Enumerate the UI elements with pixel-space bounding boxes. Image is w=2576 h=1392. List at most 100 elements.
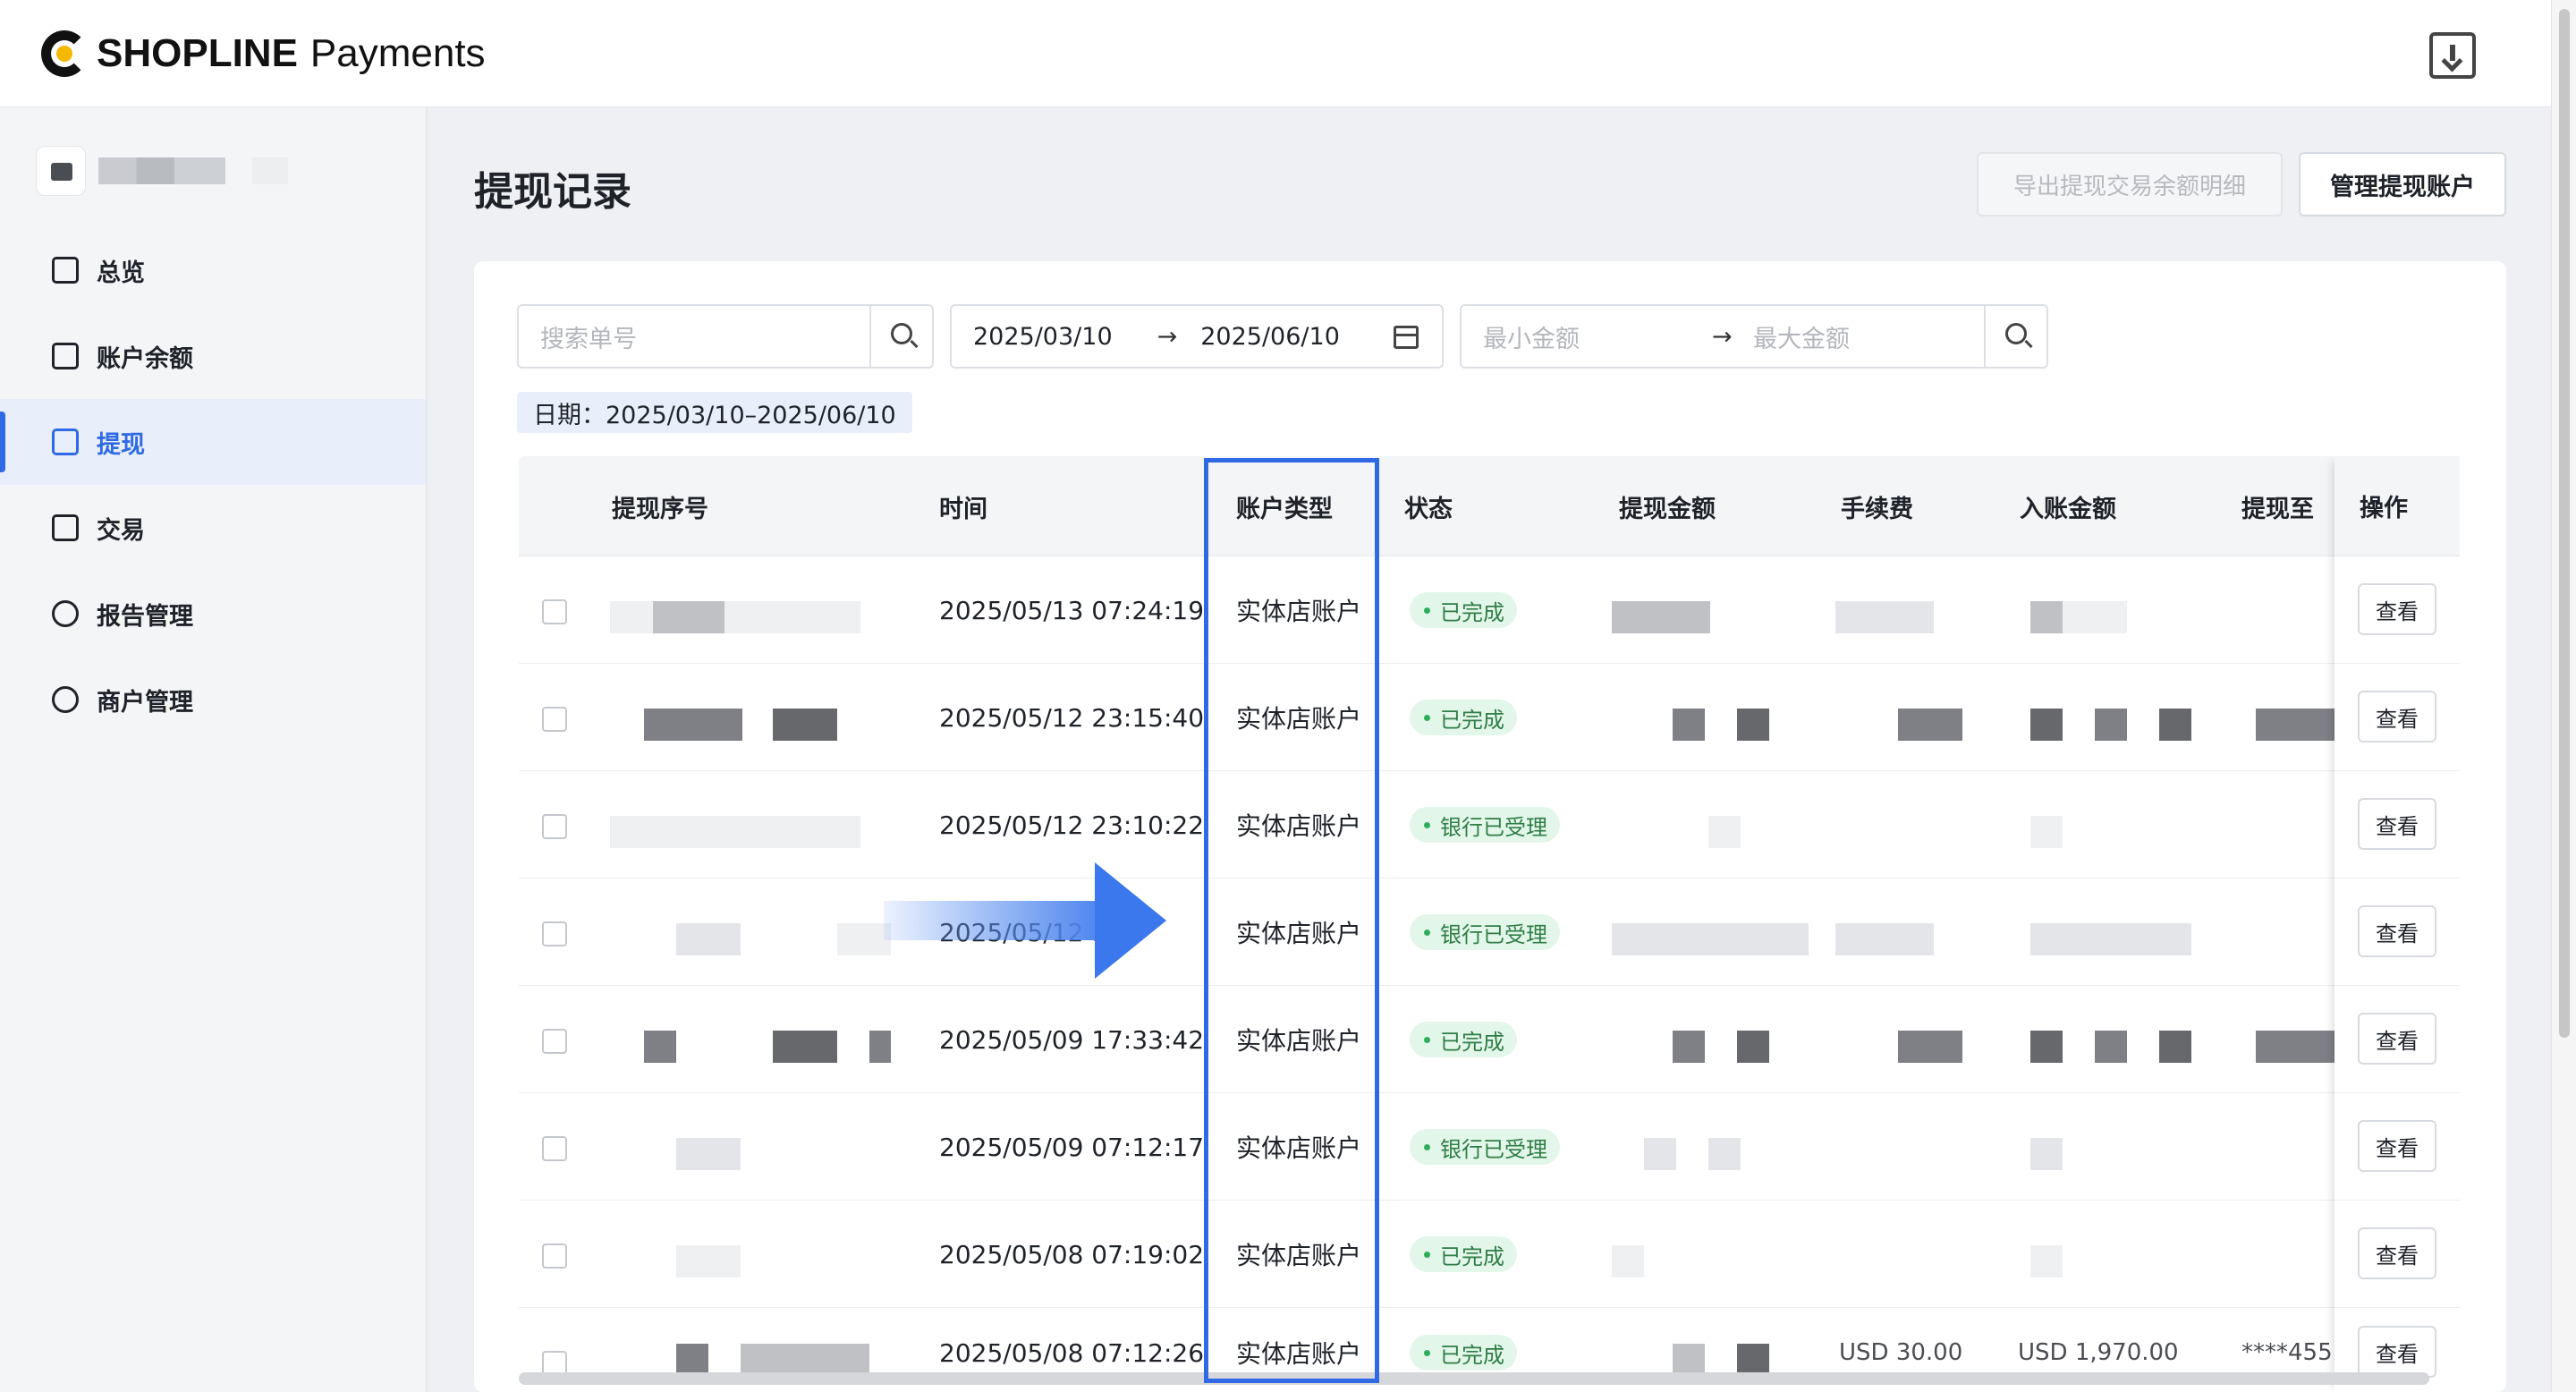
shopline-logo[interactable]: SHOPLINE Payments	[41, 27, 486, 81]
actions-cell: 查看	[2334, 556, 2460, 664]
store-name-redacted-tail	[252, 157, 288, 184]
redacted-serial	[610, 816, 860, 848]
amount-search-button[interactable]	[1984, 306, 2046, 367]
table-row[interactable]: 2025/05/09 07:12:17 实体店账户 银行已受理	[519, 1093, 2460, 1201]
dashboard-icon	[52, 257, 79, 284]
row-checkbox[interactable]	[542, 707, 567, 732]
logo-brand: SHOPLINE	[97, 31, 298, 75]
export-balance-button[interactable]: 导出提现交易余额明细	[1977, 152, 2283, 216]
sidebar-item-balance[interactable]: 账户余额	[0, 313, 426, 399]
table-row[interactable]: 2025/05/12 23:10:22 实体店账户 银行已受理	[519, 771, 2460, 878]
th-serial: 提现序号	[612, 495, 708, 523]
redacted-received	[2030, 816, 2063, 848]
actions-cell: 查看	[2334, 1201, 2460, 1308]
table-row[interactable]: 2025/05/12 23:15:40 实体店账户 已完成	[519, 664, 2460, 771]
view-button[interactable]: 查看	[2358, 691, 2436, 743]
sidebar-item-overview[interactable]: 总览	[0, 227, 426, 313]
view-button[interactable]: 查看	[2358, 1120, 2436, 1172]
min-amount-input[interactable]: 最小金额	[1462, 319, 1712, 354]
actions-column: 操作 查看 查看 查看 查看 查看 查看 查看 查看	[2334, 456, 2460, 1392]
redacted-serial	[837, 923, 891, 955]
row-checkbox[interactable]	[542, 921, 567, 946]
row-checkbox[interactable]	[542, 814, 567, 839]
report-icon	[52, 600, 79, 627]
redacted-serial	[676, 1344, 708, 1376]
redacted-fee	[1898, 1031, 1962, 1063]
sidebar-nav: 总览 账户余额 提现 交易 报告管理 商户管理	[0, 227, 426, 743]
status-badge: 已完成	[1410, 592, 1517, 628]
sidebar-item-label: 提现	[97, 430, 145, 459]
search-button[interactable]	[869, 306, 932, 367]
sidebar-item-reports[interactable]: 报告管理	[0, 571, 426, 657]
th-withdraw-to: 提现至	[2241, 495, 2314, 523]
table-horizontal-scrollbar[interactable]	[519, 1372, 2429, 1385]
actions-cell: 查看	[2334, 664, 2460, 771]
redacted-serial	[644, 1031, 676, 1063]
search-icon	[891, 323, 912, 344]
date-filter-tag[interactable]: 日期：2025/03/10–2025/06/10	[517, 392, 912, 433]
download-icon[interactable]	[2429, 32, 2476, 79]
sidebar-item-merchant[interactable]: 商户管理	[0, 657, 426, 743]
sidebar: 总览 账户余额 提现 交易 报告管理 商户管理	[0, 107, 428, 1392]
view-button[interactable]: 查看	[2358, 583, 2436, 635]
merchant-icon	[52, 686, 79, 713]
view-button[interactable]: 查看	[2358, 1227, 2436, 1279]
search-input[interactable]: 搜索单号	[517, 304, 934, 369]
redacted-serial	[676, 923, 741, 955]
redacted-received	[2030, 709, 2063, 741]
view-button[interactable]: 查看	[2358, 1326, 2436, 1378]
redacted-received	[2030, 923, 2191, 955]
row-checkbox[interactable]	[542, 1136, 567, 1161]
sidebar-item-withdraw[interactable]: 提现	[0, 399, 426, 485]
sidebar-item-label: 报告管理	[97, 602, 193, 631]
redacted-serial	[610, 601, 860, 633]
view-button[interactable]: 查看	[2358, 798, 2436, 850]
max-amount-input[interactable]: 最大金额	[1753, 319, 1984, 354]
logo-mark-icon	[41, 30, 88, 77]
row-time: 2025/05/13 07:24:19	[939, 595, 1205, 625]
redacted-received	[2063, 601, 2127, 633]
table-row[interactable]: 2025/05/13 07:24:19 实体店账户 已完成	[519, 556, 2460, 664]
store-icon	[36, 146, 86, 196]
view-button[interactable]: 查看	[2358, 1013, 2436, 1065]
table-row[interactable]: 2025/05/09 17:33:42 实体店账户 已完成	[519, 986, 2460, 1093]
sidebar-item-transactions[interactable]: 交易	[0, 485, 426, 571]
withdraw-icon	[52, 429, 79, 455]
redacted-received	[2095, 709, 2127, 741]
status-badge: 银行已受理	[1410, 914, 1560, 950]
redacted-amount	[1673, 709, 1705, 741]
table-row[interactable]: 2025/05/08 07:19:02 实体店账户 已完成	[519, 1201, 2460, 1308]
range-arrow: →	[1712, 322, 1733, 351]
redacted-amount	[1673, 1031, 1705, 1063]
manage-accounts-button[interactable]: 管理提现账户	[2299, 152, 2506, 216]
th-fee: 手续费	[1841, 495, 1913, 523]
page-scrollbar-thumb[interactable]	[2559, 9, 2570, 1038]
actions-cell: 查看	[2334, 986, 2460, 1093]
logo-sub: Payments	[309, 31, 486, 75]
page-scrollbar[interactable]	[2551, 0, 2576, 1392]
actions-cell: 查看	[2334, 878, 2460, 986]
row-checkbox[interactable]	[542, 1029, 567, 1054]
status-badge: 已完成	[1410, 1335, 1517, 1371]
account-type-highlight-box	[1204, 458, 1379, 1383]
amount-range-input[interactable]: 最小金额 → 最大金额	[1460, 304, 2048, 369]
sidebar-item-label: 商户管理	[97, 688, 193, 717]
redacted-account	[2256, 1031, 2334, 1063]
row-checkbox[interactable]	[542, 599, 567, 624]
actions-cell: 查看	[2334, 771, 2460, 878]
status-badge: 银行已受理	[1410, 807, 1560, 843]
wallet-icon	[52, 343, 79, 369]
row-time: 2025/05/08 07:19:02	[939, 1239, 1205, 1269]
table-row[interactable]: 2025/05/12 :24 实体店账户 银行已受理	[519, 878, 2460, 986]
sidebar-item-label: 账户余额	[97, 344, 193, 373]
store-switcher[interactable]	[36, 145, 288, 197]
sidebar-item-label: 交易	[97, 516, 145, 545]
redacted-serial	[676, 1138, 741, 1170]
store-name-redacted	[98, 157, 225, 184]
view-button[interactable]: 查看	[2358, 905, 2436, 957]
redacted-fee	[1835, 923, 1934, 955]
date-range-picker[interactable]: 2025/03/10 → 2025/06/10	[950, 304, 1444, 369]
row-checkbox[interactable]	[542, 1243, 567, 1269]
redacted-received	[2095, 1031, 2127, 1063]
redacted-received	[2030, 601, 2063, 633]
